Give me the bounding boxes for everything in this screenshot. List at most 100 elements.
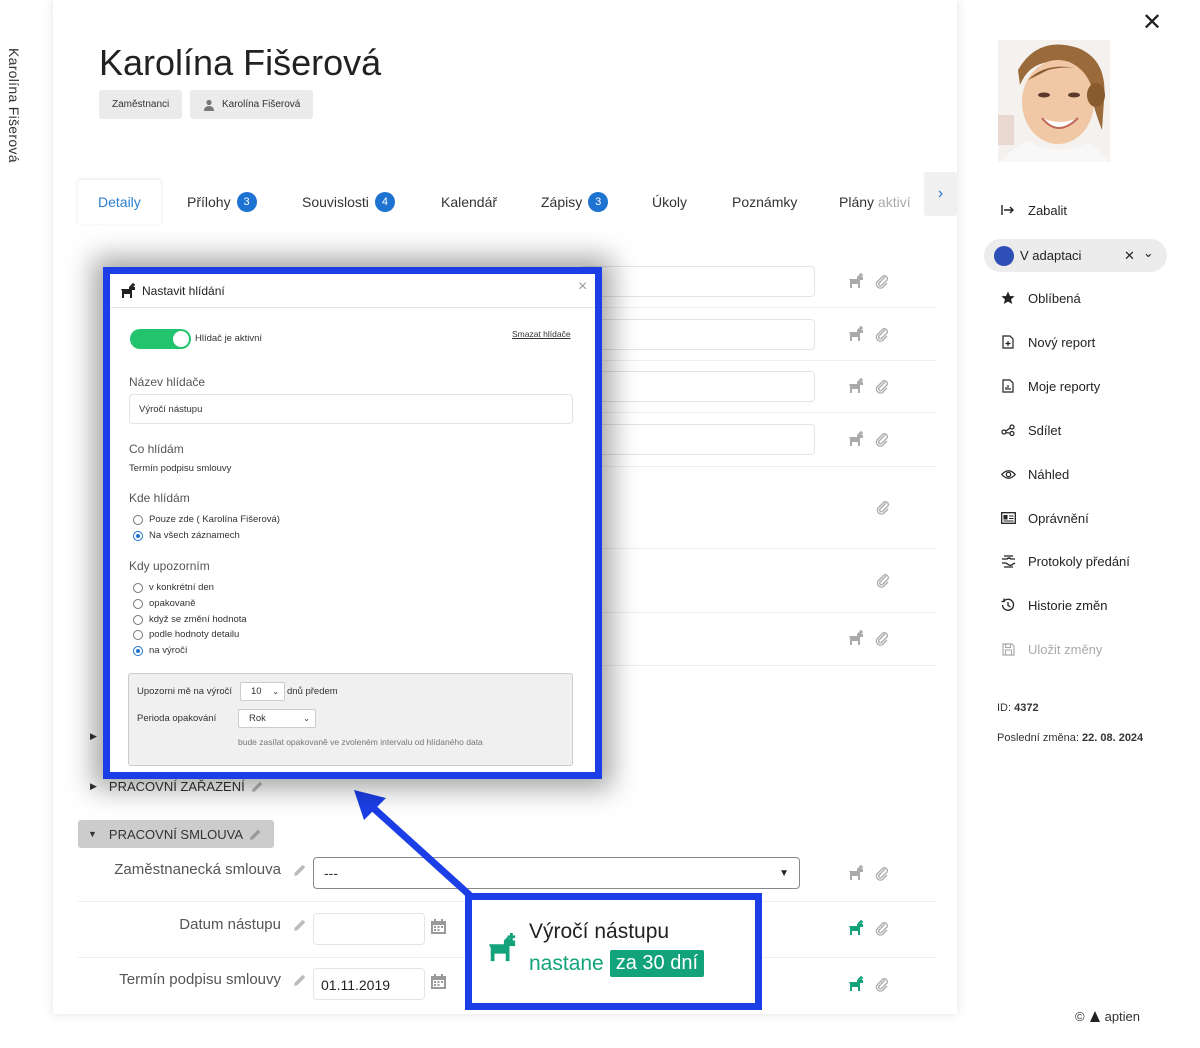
record-id-label: ID: <box>997 702 1012 714</box>
when-option-anniversary[interactable]: na výročí <box>133 643 188 658</box>
modal-close-button[interactable]: × <box>578 278 587 296</box>
select-value: 10 <box>251 686 262 697</box>
chevron-down-icon[interactable]: ⌄ <box>1143 245 1154 261</box>
breadcrumb-label: Karolína Fišerová <box>222 99 301 110</box>
clear-status-icon[interactable]: ✕ <box>1124 248 1135 264</box>
paperclip-icon[interactable] <box>874 326 890 342</box>
tab-ukoly[interactable]: Úkoly <box>632 180 707 224</box>
where-label: Kde hlídám <box>129 491 190 505</box>
paperclip-icon[interactable] <box>874 273 890 289</box>
radio-button-checked <box>133 645 143 656</box>
watch-dog-icon[interactable] <box>848 326 864 342</box>
sidebar-item-label: Oblíbená <box>1028 290 1081 306</box>
watcher-name-input[interactable]: Výročí nástupu <box>129 394 573 424</box>
history-icon <box>1000 598 1016 612</box>
tab-plany[interactable]: Plány aktiví <box>819 180 924 224</box>
tab-zapisy[interactable]: Zápisy 3 <box>521 180 628 224</box>
watch-dog-icon[interactable] <box>848 865 864 881</box>
record-id-value: 4372 <box>1014 702 1039 714</box>
tab-prilohy[interactable]: Přílohy 3 <box>167 180 277 224</box>
sidebar-item-moje-reporty[interactable]: Moje reporty <box>1000 375 1100 397</box>
sidebar-item-sdilet[interactable]: Sdílet <box>1000 419 1061 441</box>
radio-label: když se změní hodnota <box>149 614 247 625</box>
detail-field-input[interactable] <box>580 371 815 402</box>
sidebar-item-label: Nový report <box>1028 334 1096 350</box>
where-option-all[interactable]: Na všech záznamech <box>133 528 240 543</box>
sidebar-item-ulozit-zmeny[interactable]: Uložit změny <box>1000 638 1102 660</box>
watcher-active-toggle[interactable] <box>130 329 191 349</box>
tab-label: Zápisy <box>541 194 583 210</box>
watch-dog-icon[interactable] <box>848 378 864 394</box>
sidebar-item-nahled[interactable]: Náhled <box>1000 463 1069 485</box>
watch-dog-icon[interactable] <box>848 630 864 646</box>
paperclip-icon[interactable] <box>875 499 891 515</box>
notify-days-select[interactable]: 10 ⌄ <box>240 682 285 701</box>
tab-souvislosti[interactable]: Souvislosti 4 <box>282 180 415 224</box>
collapse-arrow-icon <box>1000 204 1016 216</box>
detail-field-input[interactable] <box>580 266 815 297</box>
pencil-icon[interactable] <box>293 973 307 987</box>
sidebar-item-protokoly-predani[interactable]: Protokoly předání <box>1000 550 1130 572</box>
last-change-value: 22. 08. 2024 <box>1082 732 1144 744</box>
when-option-value-change[interactable]: když se změní hodnota <box>133 612 247 627</box>
pencil-icon[interactable] <box>293 863 307 877</box>
watch-dog-icon[interactable] <box>848 431 864 447</box>
watch-dog-icon-active[interactable] <box>848 920 864 936</box>
anniversary-callout: Výročí nástupu nastane za 30 dní <box>465 893 762 1010</box>
record-id: ID: 4372 <box>997 702 1039 714</box>
pointer-arrow <box>354 790 478 903</box>
watch-dog-icon-active[interactable] <box>848 976 864 992</box>
paperclip-icon[interactable] <box>874 920 890 936</box>
row-divider <box>600 412 936 413</box>
row-divider <box>600 466 936 467</box>
when-option-detail-value[interactable]: podle hodnoty detailu <box>133 627 239 642</box>
tab-detaily[interactable]: Detaily <box>78 180 161 224</box>
sidebar-item-historie-zmen[interactable]: Historie změn <box>1000 594 1107 616</box>
sidebar-item-zabalit[interactable]: Zabalit <box>1000 199 1067 221</box>
last-change: Poslední změna: 22. 08. 2024 <box>997 732 1143 744</box>
calendar-icon[interactable] <box>430 918 447 935</box>
close-panel-button[interactable]: ✕ <box>1142 8 1162 37</box>
pencil-icon[interactable] <box>251 780 264 793</box>
dropdown-caret-icon: ▼ <box>779 867 789 879</box>
paperclip-icon[interactable] <box>874 630 890 646</box>
detail-field-input[interactable] <box>580 424 815 455</box>
watch-dog-icon[interactable] <box>848 273 864 289</box>
id-card-icon <box>1000 512 1016 524</box>
paperclip-icon[interactable] <box>875 572 891 588</box>
detail-field-input[interactable] <box>580 319 815 350</box>
calendar-icon[interactable] <box>430 973 447 990</box>
section-toggle-arrow[interactable]: ▶ <box>90 731 97 742</box>
status-select[interactable]: V adaptaci ✕ ⌄ <box>984 239 1167 272</box>
paperclip-icon[interactable] <box>874 865 890 881</box>
sidebar-item-oblibena[interactable]: Oblíbená <box>1000 287 1081 309</box>
sidebar-item-opravneni[interactable]: Oprávnění <box>1000 507 1089 529</box>
tab-poznamky[interactable]: Poznámky <box>712 180 817 224</box>
section-pracovni-zarazeni[interactable]: ▶ PRACOVNÍ ZAŘAZENÍ <box>90 777 264 795</box>
when-option-repeat[interactable]: opakovaně <box>133 596 195 611</box>
paperclip-icon[interactable] <box>874 976 890 992</box>
period-select[interactable]: Rok ⌄ <box>238 709 316 728</box>
section-pracovni-smlouva[interactable]: ▼ PRACOVNÍ SMLOUVA <box>78 820 274 848</box>
contract-sign-date-input[interactable]: 01.11.2019 <box>313 968 425 1000</box>
where-option-here[interactable]: Pouze zde ( Karolína Fišerová) <box>133 512 280 527</box>
paperclip-icon[interactable] <box>874 431 890 447</box>
start-date-input[interactable] <box>313 913 425 945</box>
pencil-icon[interactable] <box>293 918 307 932</box>
breadcrumb-person[interactable]: Karolína Fišerová <box>190 90 314 119</box>
page-title: Karolína Fišerová <box>99 42 382 83</box>
collapsed-panel-title[interactable]: Karolína Fišerová <box>6 48 22 163</box>
tabs-next-button[interactable]: › <box>924 172 957 216</box>
radio-button <box>133 514 143 525</box>
paperclip-icon[interactable] <box>874 378 890 394</box>
breadcrumb-employees[interactable]: Zaměstnanci <box>99 90 183 119</box>
delete-watchers-link[interactable]: Smazat hlídače <box>512 329 571 339</box>
tab-kalendar[interactable]: Kalendář <box>421 180 517 224</box>
sidebar-item-label: Historie změn <box>1028 597 1108 613</box>
radio-label: Pouze zde ( Karolína Fišerová) <box>149 514 280 525</box>
pencil-icon[interactable] <box>249 828 262 841</box>
sidebar-item-novy-report[interactable]: Nový report <box>1000 331 1095 353</box>
when-option-specific-day[interactable]: v konkrétní den <box>133 580 214 595</box>
callout-subtitle: nastane za 30 dní <box>529 950 705 977</box>
breadcrumb-label: Zaměstnanci <box>112 99 170 110</box>
